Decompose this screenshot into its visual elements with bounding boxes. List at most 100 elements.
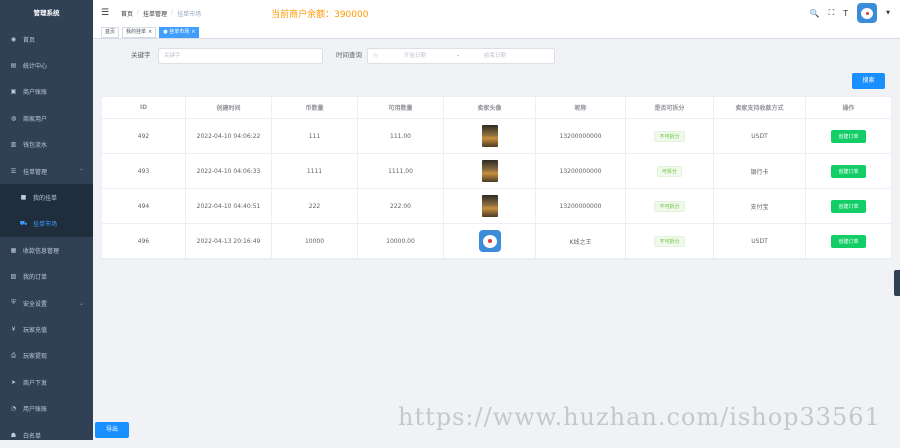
sidebar-item-4[interactable]: ▥ 钱包流水 xyxy=(0,132,93,158)
chevron-down-icon: ⌄ xyxy=(78,299,84,307)
sidebar-item-label: 收款信息管理 xyxy=(23,247,60,255)
breadcrumb-home[interactable]: 首页 xyxy=(121,9,133,18)
table-cell-payment: USDT xyxy=(714,224,806,258)
date-range-picker[interactable]: ◷ 开始日期 - 结束日期 xyxy=(367,48,555,64)
table-cell-payment: 支付宝 xyxy=(714,189,806,223)
table-cell-action: 创建订单 xyxy=(806,119,891,153)
seller-avatar xyxy=(478,230,501,252)
create-order-button[interactable]: 创建订单 xyxy=(831,164,866,178)
tag-my-orders[interactable]: 我的挂单 × xyxy=(122,26,157,38)
table-cell-avatar xyxy=(444,189,536,223)
sidebar-item-3[interactable]: ◍ 商家用户 xyxy=(0,105,93,131)
split-badge: 可拆分 xyxy=(656,165,682,177)
sidebar-item-label: 首页 xyxy=(23,36,36,44)
whitelist-icon: ☗ xyxy=(10,431,17,439)
sidebar-item-label: 挂单市场 xyxy=(33,221,58,229)
list-icon: ☰ xyxy=(10,167,17,175)
table-cell-amount: 222 xyxy=(272,189,358,223)
chart-icon: ▤ xyxy=(10,62,17,70)
merchant-balance: 当前商户余额：390000 xyxy=(271,9,369,20)
account-icon: ▣ xyxy=(10,88,17,96)
sidebar-item-2[interactable]: ▣ 商户账账 xyxy=(0,79,93,105)
table-cell-created: 2022-04-10 04:40:51 xyxy=(186,189,272,223)
close-icon[interactable]: × xyxy=(148,29,152,35)
font-size-icon[interactable]: T xyxy=(843,9,848,18)
table-row: 494 2022-04-10 04:40:51 222 222.00 132000000… xyxy=(102,189,891,224)
sidebar-item-label: 玩家提现 xyxy=(23,353,48,361)
split-badge: 不可拆分 xyxy=(654,200,685,212)
table-cell-split: 不可拆分 xyxy=(626,119,714,153)
seller-avatar xyxy=(481,125,498,147)
table-row: 492 2022-04-10 04:06:22 111 111.00 132000000… xyxy=(102,119,891,154)
card-icon: ▦ xyxy=(10,246,17,254)
table-cell-id: 494 xyxy=(102,189,186,223)
table-cell-nickname: 13200000000 xyxy=(536,119,626,153)
watermark: https://www.huzhan.com/ishop33561 xyxy=(398,403,881,431)
sidebar-item-label: 商家用户 xyxy=(23,115,48,123)
header: ☰ 首页 / 挂单管理 / 挂单市场 当前商户余额：390000 🔍 ⛶ T ▼ xyxy=(93,0,900,26)
column-header: 是否可拆分 xyxy=(626,97,714,118)
lock-icon: ⛨ xyxy=(11,299,16,307)
sidebar-item-label: 我的挂单 xyxy=(33,195,58,203)
sidebar-item-6[interactable]: ■ 我的挂单 xyxy=(0,184,93,211)
export-button[interactable]: 导出 xyxy=(95,422,129,438)
tag-order-market[interactable]: ● 挂单市场 × xyxy=(159,26,200,38)
sidebar-item-1[interactable]: ▤ 统计中心 xyxy=(0,52,93,78)
table-cell-id: 492 xyxy=(102,119,186,153)
sidebar-item-label: 白名单 xyxy=(23,432,42,440)
sidebar-item-8[interactable]: ▦ 收款信息管理 xyxy=(0,237,93,263)
send-icon: ➤ xyxy=(10,378,17,386)
create-order-button[interactable]: 创建订单 xyxy=(831,234,866,248)
cart-icon: ⛟ xyxy=(19,219,28,227)
sidebar-item-12[interactable]: ⎙ 玩家提现 xyxy=(0,343,93,369)
avatar[interactable] xyxy=(857,3,878,23)
sidebar-item-label: 钱包流水 xyxy=(23,142,48,150)
sidebar-title: 管理系统 xyxy=(33,9,60,17)
calendar-icon: ◷ xyxy=(373,53,378,59)
table-cell-nickname: K线之王 xyxy=(536,224,626,258)
wallet-icon: ▥ xyxy=(10,141,17,149)
table-cell-id: 496 xyxy=(102,224,186,258)
keyword-input[interactable]: 关键字 xyxy=(158,48,323,64)
split-badge: 不可拆分 xyxy=(654,130,685,142)
column-header: 昵称 xyxy=(536,97,626,118)
fullscreen-icon[interactable]: ⛶ xyxy=(829,8,835,18)
column-header: ID xyxy=(102,97,186,118)
time-label: 时间查询 xyxy=(336,51,362,59)
sidebar-item-7[interactable]: ⛟ 挂单市场 xyxy=(0,210,93,238)
sidebar-item-5[interactable]: ☰ 挂单管理 ⌃ xyxy=(0,158,93,184)
range-separator: - xyxy=(457,53,459,59)
order-market-table: ID 创建时间 币数量 可用数量 卖家头像 昵称 是否可拆分 卖家支持收款方式 操作 492 20… xyxy=(101,96,892,260)
end-date: 结束日期 xyxy=(484,53,507,59)
table-cell-payment: USDT xyxy=(714,119,806,153)
sidebar-item-13[interactable]: ➤ 商户下发 xyxy=(0,369,93,395)
settings-drawer-handle[interactable] xyxy=(894,270,900,296)
search-icon[interactable]: 🔍 xyxy=(810,9,820,18)
sidebar-item-9[interactable]: ▧ 我的订单 xyxy=(0,264,93,290)
sidebar-item-label: 玩家充值 xyxy=(23,326,48,334)
create-order-button[interactable]: 创建订单 xyxy=(831,199,866,213)
column-header: 操作 xyxy=(842,105,855,112)
user-icon: ◍ xyxy=(10,114,17,122)
sidebar-item-14[interactable]: ◔ 用户账账 xyxy=(0,395,93,421)
table-cell-avatar xyxy=(444,119,536,153)
close-icon[interactable]: × xyxy=(191,29,195,35)
table-cell-amount: 1111 xyxy=(272,154,358,188)
create-order-button[interactable]: 创建订单 xyxy=(831,129,866,143)
search-button[interactable]: 搜索 xyxy=(852,73,885,89)
tag-home[interactable]: 首页 xyxy=(101,26,120,38)
table-cell-amount: 10000 xyxy=(272,224,358,258)
sidebar-item-label: 商户下发 xyxy=(23,379,48,387)
hamburger-icon[interactable]: ☰ xyxy=(101,8,111,18)
table-cell-created: 2022-04-10 04:06:33 xyxy=(186,154,272,188)
keyword-label: 关键字 xyxy=(131,51,151,59)
sidebar-item-label: 商户账账 xyxy=(23,89,48,97)
sidebar-item-15[interactable]: ☗ 白名单 xyxy=(0,422,93,448)
ledger-icon: ◔ xyxy=(10,405,17,413)
table-cell-split: 不可拆分 xyxy=(626,224,714,258)
table-cell-action: 创建订单 xyxy=(806,224,891,258)
sidebar-item-11[interactable]: ¥ 玩家充值 xyxy=(0,316,93,342)
sidebar-item-10[interactable]: ⛨ 安全设置 ⌄ xyxy=(0,290,93,316)
sidebar-item-0[interactable]: ◉ 首页 xyxy=(0,26,93,52)
caret-down-icon[interactable]: ▼ xyxy=(886,10,890,16)
